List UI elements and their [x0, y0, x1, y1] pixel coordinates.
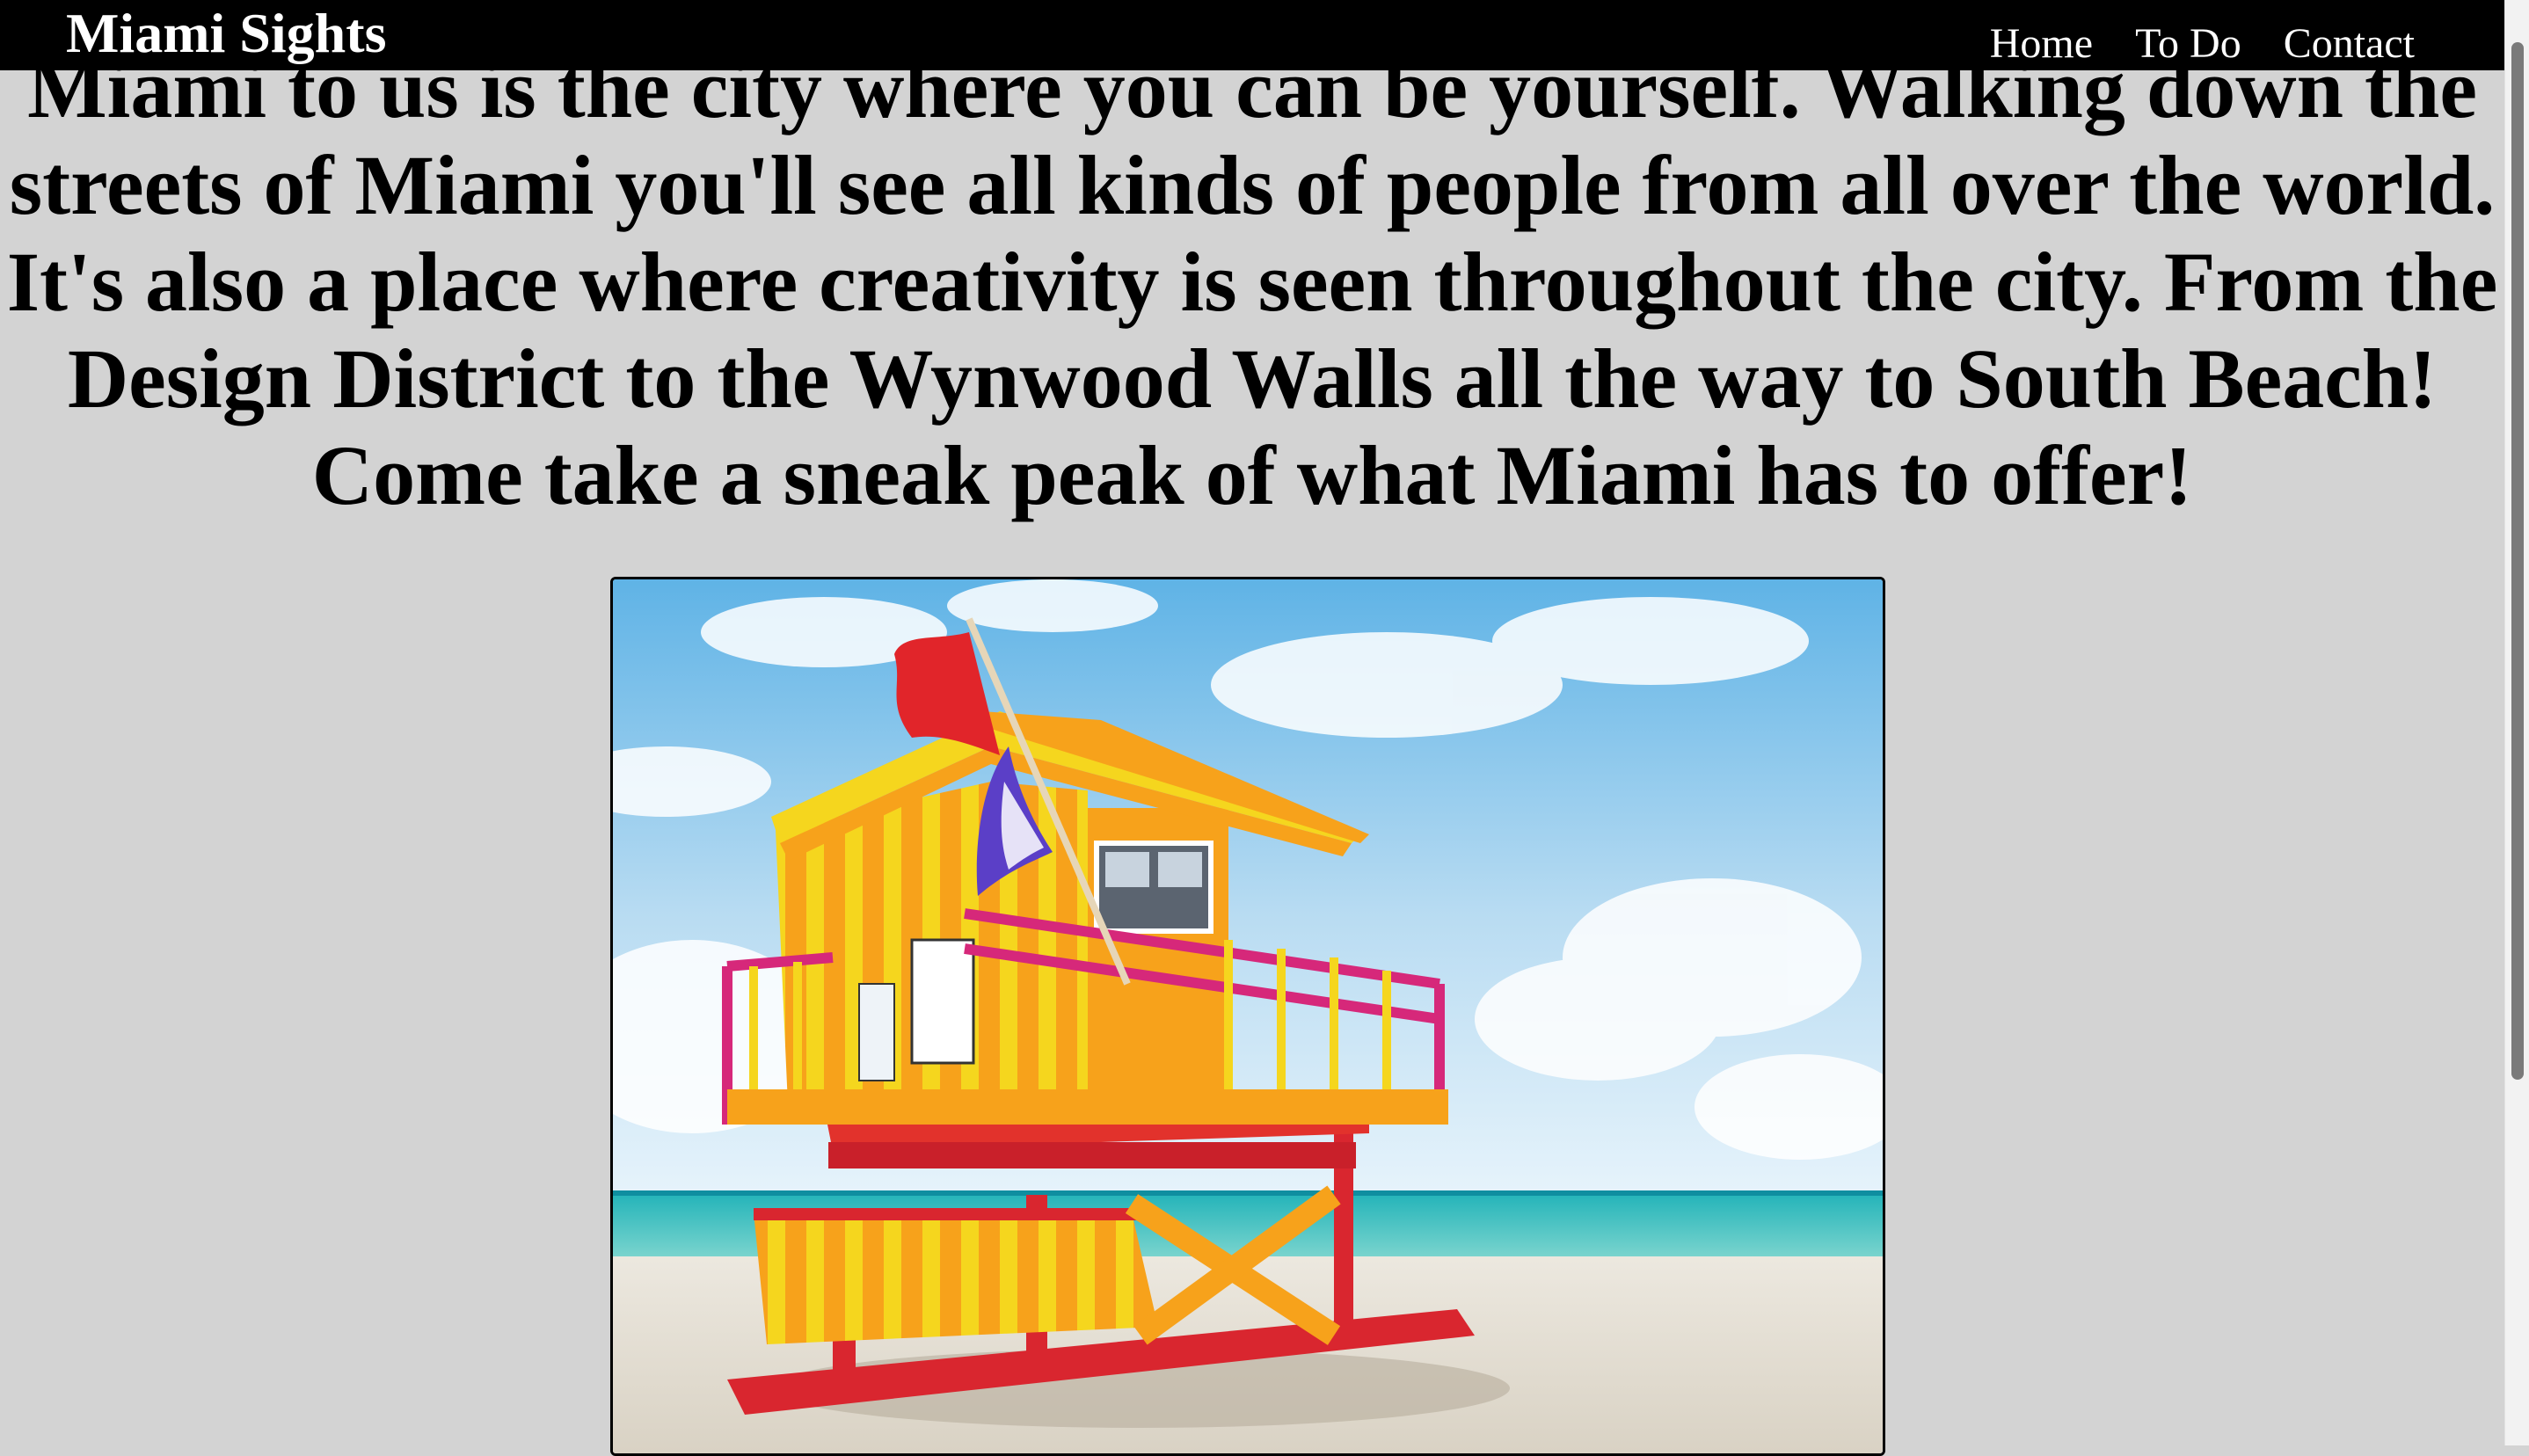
- intro-headline: Miami to us is the city where you can be…: [6, 41, 2498, 522]
- page-scrollbar[interactable]: [2504, 0, 2529, 1445]
- scrollbar-thumb[interactable]: [2511, 42, 2524, 1080]
- hero-image: [610, 577, 1885, 1456]
- lifeguard-tower-photo: [613, 579, 1883, 1453]
